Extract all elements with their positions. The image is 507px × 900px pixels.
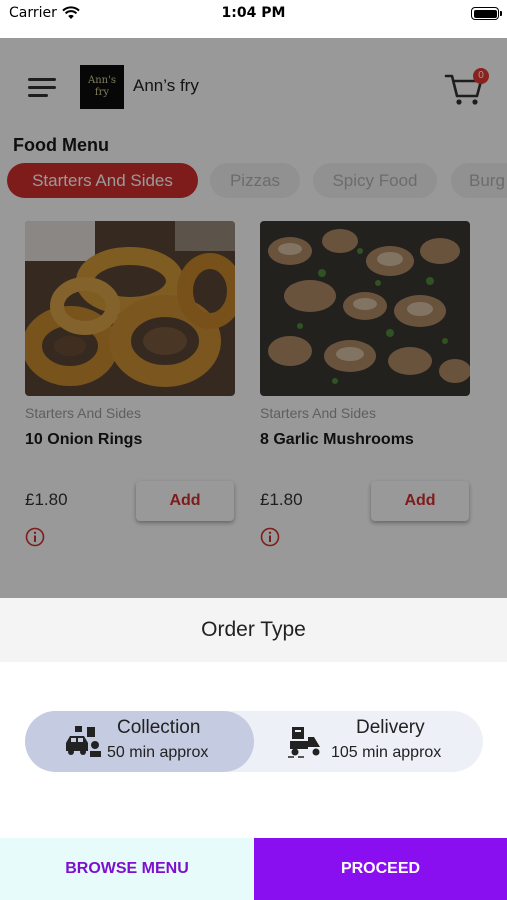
proceed-button[interactable]: PROCEED xyxy=(254,838,507,900)
delivery-option[interactable]: Delivery 105 min approx xyxy=(254,711,483,772)
delivery-label: Delivery xyxy=(356,717,425,738)
sheet-header: Order Type xyxy=(0,598,507,662)
order-type-toggle: Collection 50 min approx Delivery 105 mi… xyxy=(25,711,483,772)
delivery-time: 105 min approx xyxy=(331,744,442,761)
status-time: 1:04 PM xyxy=(221,5,286,21)
collection-label: Collection xyxy=(117,717,201,738)
status-bar: Carrier 1:04 PM xyxy=(0,0,507,28)
app-screen: Carrier 1:04 PM Ann's fry Ann’s fry 0 Fo… xyxy=(0,0,507,900)
browse-menu-button[interactable]: BROWSE MENU xyxy=(0,838,254,900)
modal-backdrop[interactable] xyxy=(0,38,507,600)
delivery-scooter-icon xyxy=(288,727,320,758)
collection-car-icon xyxy=(66,726,101,757)
collection-time: 50 min approx xyxy=(107,744,209,761)
collection-option[interactable]: Collection 50 min approx xyxy=(25,711,254,772)
battery-icon xyxy=(471,7,502,20)
sheet-title: Order Type xyxy=(201,618,306,641)
bottom-action-bar: BROWSE MENU PROCEED xyxy=(0,838,507,900)
